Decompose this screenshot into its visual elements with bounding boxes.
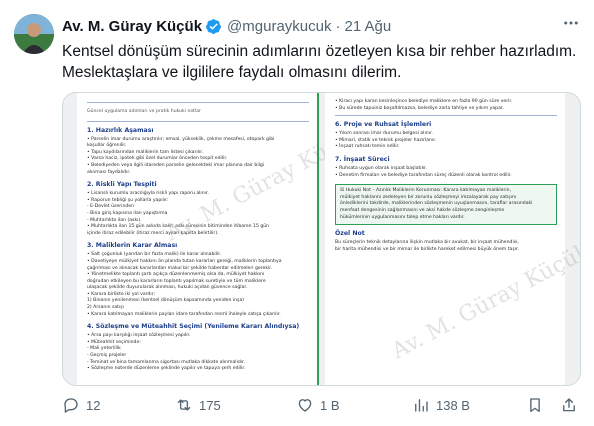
- section-line: • Karara katılmayan maliklerin payları i…: [87, 311, 281, 317]
- tweet-media-image[interactable]: Güncel uygulama adımları ve pratik hukuk…: [62, 92, 581, 386]
- section-line: • Arsa payı karşılığı inşaat sözleşmesi …: [87, 333, 191, 339]
- section-line: • Davetiyeye mülkiyet hakkını ön planda …: [87, 258, 282, 264]
- note-line: menfaat dengesinin sağlanmasını ve aksi …: [340, 207, 505, 213]
- document-page-right: • Kiracı yapı karan kesinleşince belediy…: [325, 93, 580, 385]
- more-icon[interactable]: [562, 14, 580, 37]
- section-line: • Salt çoğunluk (yarıdan bir fazla malik…: [87, 252, 222, 258]
- avatar-photo: [14, 14, 54, 54]
- section-line: • Denetim firmaları ve belediye tarafınd…: [335, 172, 512, 178]
- section-line: • Belediyeden veya ilgili idareden parse…: [87, 162, 265, 168]
- bookmark-icon: [530, 398, 540, 413]
- document-page-left: Güncel uygulama adımları ve pratik hukuk…: [77, 93, 368, 385]
- views-button[interactable]: 138 B: [412, 396, 470, 414]
- watermark: Av. M. Güray Küçük: [388, 238, 581, 365]
- section-line: - Geçmiş projeler: [87, 353, 127, 359]
- bookmark-button[interactable]: [526, 396, 544, 414]
- section-title: 1. Hazırlık Aşaması: [87, 126, 154, 134]
- section-line: • Bu sürede tapuiniz boşaltılmazsa, bele…: [335, 105, 504, 111]
- section-line: 2) Arsanın satışı: [87, 305, 124, 311]
- author-handle[interactable]: @mguraykucuk: [227, 18, 331, 35]
- tweet-text-line: Meslektaşlara ve ilgililere faydalı olma…: [62, 64, 402, 81]
- special-note-line: bir harita mühendisi ve bir mimar ile bi…: [335, 246, 519, 252]
- section-line: koşullar öğrenilir.: [87, 143, 127, 149]
- retweet-icon: [177, 399, 191, 411]
- document-content: • Kiracı yapı karan kesinleşince belediy…: [325, 93, 565, 253]
- document-subtitle: Güncel uygulama adımları ve pratik hukuk…: [87, 109, 201, 114]
- section-line: ulaşacak şekilde duyurularak alınması, h…: [87, 285, 248, 291]
- tweet-text-line: Kentsel dönüşüm sürecinin adımlarını öze…: [62, 43, 577, 60]
- like-count: 1 B: [320, 397, 340, 413]
- note-line: hükümlerinin uygulanmasını talep etme ha…: [340, 214, 465, 220]
- section-title: 3. Maliklerin Karar Alması: [87, 242, 178, 250]
- page-border: [317, 93, 319, 385]
- author-name[interactable]: Av. M. Güray Küçük: [62, 18, 202, 35]
- section-line: içinde itiraz edilebilir (itiraz merci a…: [87, 230, 219, 236]
- section-line: • Muhtarlıkta ilan 15 gün askıda kalır; …: [87, 224, 270, 230]
- section-line: • Varsa haciz, ipotek gibi özel durumlar…: [87, 156, 228, 162]
- section-title: 2. Riskli Yapı Tespiti: [87, 181, 157, 189]
- reply-count: 12: [86, 397, 101, 413]
- retweet-button[interactable]: 175: [175, 396, 221, 414]
- divider: [87, 120, 309, 122]
- section-line: • Ruhsata uygun olarak inşaat başlatılır…: [335, 165, 428, 171]
- verified-badge-icon: [206, 19, 221, 34]
- divider: [335, 115, 557, 117]
- section-line: alınması faydalıdır.: [87, 169, 131, 175]
- like-icon: [298, 399, 312, 412]
- views-icon: [415, 399, 428, 412]
- share-button[interactable]: [560, 396, 578, 414]
- section-title: 7. İnşaat Süreci: [335, 155, 390, 163]
- views-count: 138 B: [436, 397, 470, 413]
- section-line: • Kiracı yapı karan kesinleşince belediy…: [335, 99, 513, 104]
- section-line: • Lisanslı kurumlu aracılığıyla riskli y…: [87, 191, 209, 197]
- section-line: - Bina giriş kapısına ilan yapıştırma: [87, 210, 168, 216]
- like-button[interactable]: 1 B: [296, 396, 340, 414]
- special-note-title: Özel Not: [335, 230, 365, 238]
- separator-dot: ·: [335, 18, 341, 35]
- special-note-line: Bu süreçlerin teknik detaylarına ilişkin…: [335, 240, 519, 246]
- section-line: • İnşaat ruhsatı temin edilir.: [335, 144, 400, 150]
- tweet-date[interactable]: 21 Ağu: [344, 18, 391, 35]
- divider: [87, 102, 309, 103]
- note-line: ☒ Hukuki Not – Azınlık Maliklerin Korunm…: [340, 188, 512, 194]
- reply-icon: [64, 398, 78, 413]
- document-content: Güncel uygulama adımları ve pratik hukuk…: [77, 93, 317, 373]
- retweet-count: 175: [199, 397, 221, 413]
- section-line: - E-Devlet üzerinden: [87, 204, 135, 210]
- reply-button[interactable]: 12: [62, 396, 100, 414]
- section-title: 4. Sözleşme ve Müteahhit Seçimi (Yenilem…: [87, 323, 300, 331]
- section-line: • Sözleşme noterde düzenleme şeklinde ya…: [87, 366, 246, 372]
- section-title: 6. Proje ve Ruhsat İşlemleri: [335, 121, 432, 129]
- section-line: • Yönetmelikte toplantı şartı açıkça düz…: [87, 272, 265, 278]
- section-line: • Yıkım sonrası imar durumu belgesi alın…: [335, 131, 433, 137]
- avatar[interactable]: [14, 14, 54, 54]
- tweet-actions: 12 175 1 B 138 B: [62, 396, 582, 418]
- share-icon: [563, 398, 575, 412]
- legal-note-box: ☒ Hukuki Not – Azınlık Maliklerin Korunm…: [335, 184, 557, 226]
- tweet-text: Kentsel dönüşüm sürecinin adımlarını öze…: [62, 41, 582, 83]
- tweet-header: Av. M. Güray Küçük @mguraykucuk · 21 Ağu: [62, 18, 391, 35]
- note-line: önlediklerini takdirde, maliklerinden sö…: [340, 201, 533, 207]
